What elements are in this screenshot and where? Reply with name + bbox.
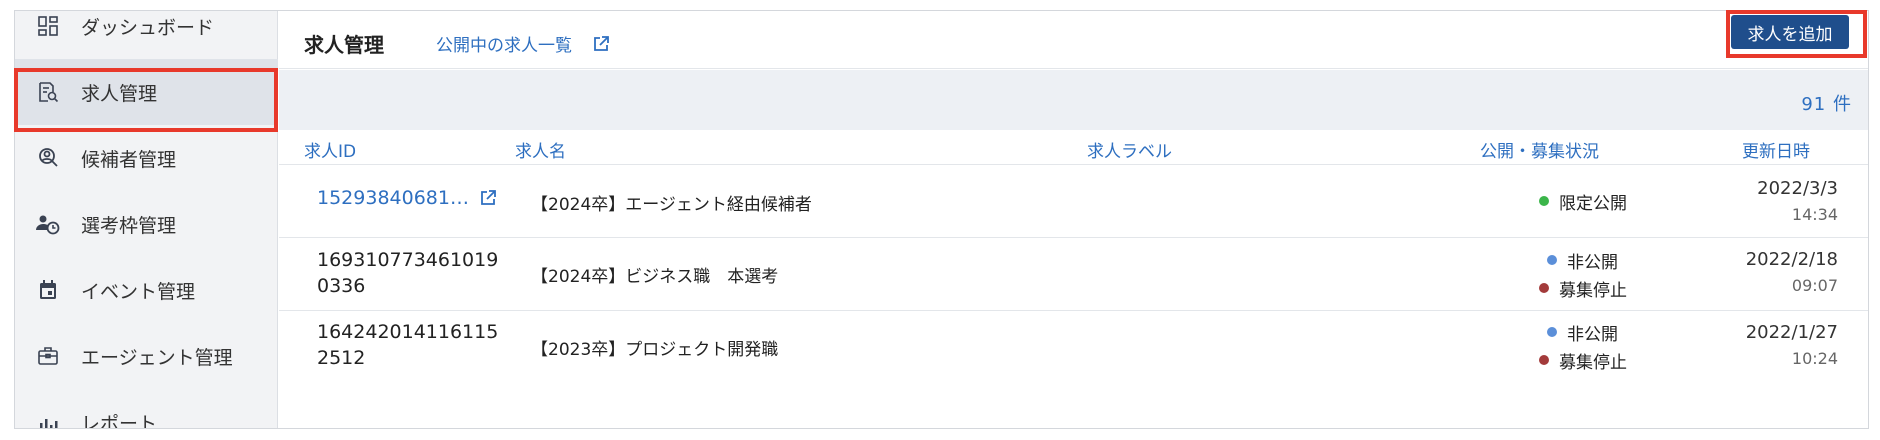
briefcase-icon	[35, 343, 61, 369]
public-jobs-link-label: 公開中の求人一覧	[436, 36, 572, 56]
job-id-line: 2512	[317, 347, 366, 369]
sidebar-item-label: 候補者管理	[81, 148, 177, 171]
status-badge: 募集停止	[1539, 275, 1627, 301]
table-row[interactable]: 15293840681… 【2024卒】エージェント経由候補者 限定公開 202…	[279, 166, 1868, 238]
sidebar-item-label: 選考枠管理	[81, 214, 177, 237]
table-row[interactable]: 169310773461019 0336 【2024卒】ビジネス職 本選考 非公…	[279, 239, 1868, 311]
sidebar-item-dashboard[interactable]: ダッシュボード	[15, 11, 278, 59]
job-name: 【2024卒】エージェント経由候補者	[531, 195, 812, 215]
status-dot	[1539, 355, 1549, 365]
job-name: 【2023卒】プロジェクト開発職	[531, 340, 779, 360]
sidebar-item-reports[interactable]: レポート	[15, 389, 278, 429]
status-badge: 限定公開	[1539, 188, 1627, 214]
updated-at: 2022/3/3 14:34	[1757, 178, 1838, 224]
results-count-bar: 91 件	[279, 70, 1868, 130]
page-title: 求人管理	[304, 33, 384, 57]
public-jobs-link[interactable]: 公開中の求人一覧	[436, 31, 610, 56]
sidebar-item-label: イベント管理	[81, 280, 196, 303]
status-text: 募集停止	[1559, 352, 1627, 373]
status-badge: 募集停止	[1539, 347, 1627, 373]
sidebar-item-label: ダッシュボード	[81, 16, 215, 39]
updated-date: 2022/3/3	[1757, 178, 1838, 199]
status-badge: 非公開	[1539, 319, 1627, 345]
sidebar-item-events[interactable]: イベント管理	[15, 257, 278, 323]
page-header: 求人管理 公開中の求人一覧 求人を追加	[279, 11, 1868, 69]
candidate-icon	[35, 145, 61, 171]
highlight-jobs-nav	[14, 68, 278, 132]
status-list: 非公開 募集停止	[1539, 319, 1627, 373]
external-link-icon	[479, 189, 497, 207]
app-frame: ダッシュボード 求人管理 候補者管理 選考枠管理 イベント管理 エージェント管理…	[14, 10, 1869, 429]
job-name: 【2024卒】ビジネス職 本選考	[531, 267, 779, 287]
sidebar-item-candidates[interactable]: 候補者管理	[15, 125, 278, 191]
updated-at: 2022/1/27 10:24	[1746, 322, 1838, 368]
updated-date: 2022/2/18	[1745, 249, 1838, 270]
column-header-job-name[interactable]: 求人名	[515, 137, 566, 162]
job-id-line: 164242014116115	[317, 321, 499, 343]
table-row[interactable]: 164242014116115 2512 【2023卒】プロジェクト開発職 非公…	[279, 312, 1868, 384]
highlight-add-button	[1726, 10, 1867, 58]
updated-date: 2022/1/27	[1745, 322, 1838, 343]
dashboard-icon	[35, 13, 61, 39]
sidebar-item-label: レポート	[81, 412, 158, 429]
status-text: 限定公開	[1559, 193, 1627, 214]
status-list: 非公開 募集停止	[1539, 247, 1627, 301]
sidebar-item-selection-slots[interactable]: 選考枠管理	[15, 191, 278, 257]
table-header: 求人ID 求人名 求人ラベル 公開・募集状況 更新日時	[279, 130, 1868, 165]
results-count: 91 件	[1801, 94, 1852, 115]
job-id: 15293840681…	[317, 187, 469, 209]
updated-at: 2022/2/18 09:07	[1746, 249, 1838, 295]
sidebar-item-agents[interactable]: エージェント管理	[15, 323, 278, 389]
status-dot	[1539, 283, 1549, 293]
schedule-user-icon	[35, 211, 61, 237]
report-chart-icon	[35, 409, 61, 428]
main-content: 求人管理 公開中の求人一覧 求人を追加 91 件 求人ID 求人名 求人ラベル …	[279, 11, 1868, 428]
job-id: 164242014116115 2512	[317, 319, 498, 371]
column-header-job-label[interactable]: 求人ラベル	[1087, 137, 1172, 162]
job-id: 169310773461019 0336	[317, 247, 498, 299]
external-link-icon	[592, 35, 610, 53]
status-badge: 非公開	[1539, 247, 1627, 273]
column-header-status[interactable]: 公開・募集状況	[1480, 137, 1599, 162]
job-id-line: 169310773461019	[317, 249, 499, 271]
column-header-updated[interactable]: 更新日時	[1742, 137, 1810, 162]
status-text: 非公開	[1567, 252, 1618, 273]
updated-time: 10:24	[1791, 349, 1838, 368]
updated-time: 14:34	[1791, 205, 1838, 224]
status-list: 限定公開	[1539, 188, 1627, 214]
sidebar-item-label: エージェント管理	[81, 346, 233, 369]
column-header-job-id[interactable]: 求人ID	[304, 137, 356, 162]
status-dot	[1547, 327, 1557, 337]
status-text: 非公開	[1567, 324, 1618, 345]
status-text: 募集停止	[1559, 280, 1627, 301]
status-dot	[1547, 255, 1557, 265]
job-id-link[interactable]: 15293840681…	[317, 187, 497, 209]
updated-time: 09:07	[1791, 276, 1838, 295]
job-id-line: 0336	[317, 275, 366, 297]
calendar-icon	[35, 277, 61, 303]
status-dot	[1539, 196, 1549, 206]
